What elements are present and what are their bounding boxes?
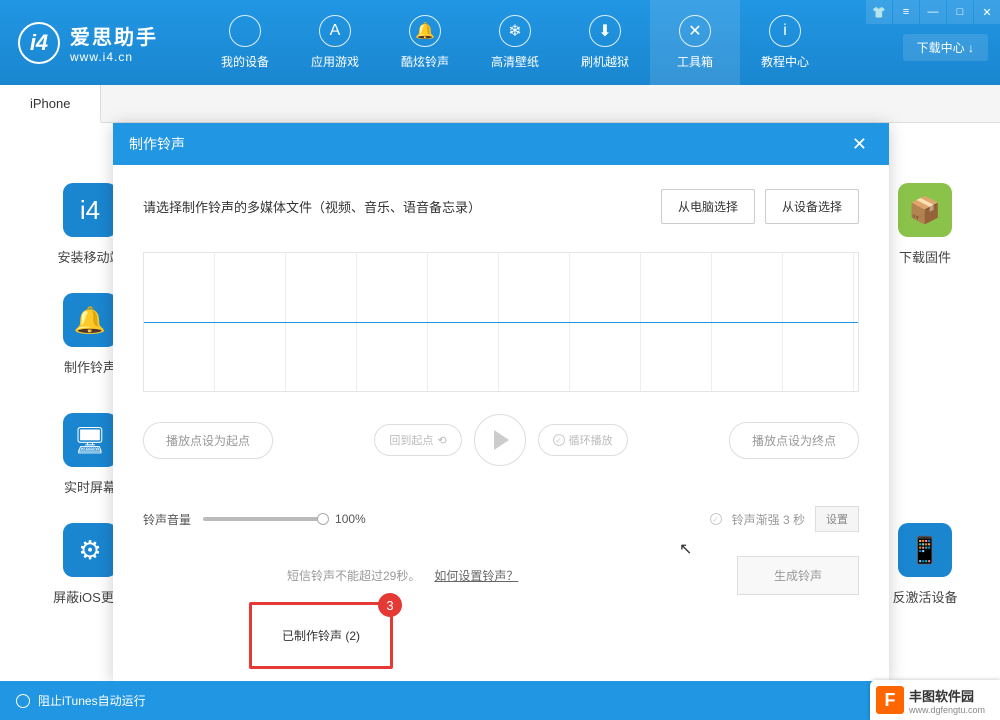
nav-toolbox[interactable]: ✕工具箱 bbox=[650, 0, 740, 85]
sms-hint: 短信铃声不能超过29秒。 bbox=[287, 567, 420, 584]
slider-thumb[interactable] bbox=[317, 513, 329, 525]
download-icon: ⬇ bbox=[589, 15, 621, 47]
app-url: www.i4.cn bbox=[70, 50, 158, 64]
fade-settings-button[interactable]: 设置 bbox=[815, 506, 859, 532]
waveform-area[interactable] bbox=[143, 252, 859, 392]
set-start-button[interactable]: 播放点设为起点 bbox=[143, 422, 273, 459]
source-row: 请选择制作铃声的多媒体文件（视频、音乐、语音备忘录） 从电脑选择 从设备选择 bbox=[143, 189, 859, 224]
close-icon[interactable]: ✕ bbox=[974, 0, 1000, 24]
from-computer-button[interactable]: 从电脑选择 bbox=[661, 189, 755, 224]
app-name: 爱思助手 bbox=[70, 21, 158, 50]
source-prompt: 请选择制作铃声的多媒体文件（视频、音乐、语音备忘录） bbox=[143, 197, 481, 216]
i4-app-icon: i4 bbox=[63, 183, 117, 237]
volume-slider[interactable] bbox=[203, 517, 323, 521]
nav-ringtones[interactable]: 🔔酷炫铃声 bbox=[380, 0, 470, 85]
window-controls: 👕 ≡ — □ ✕ bbox=[865, 0, 1000, 24]
info-icon: i bbox=[769, 15, 801, 47]
generate-ringtone-button[interactable]: 生成铃声 bbox=[737, 556, 859, 595]
menu-icon[interactable]: ≡ bbox=[893, 0, 919, 24]
block-itunes-toggle[interactable]: 阻止iTunes自动运行 bbox=[38, 692, 146, 709]
nav-tutorials[interactable]: i教程中心 bbox=[740, 0, 830, 85]
fade-label: 铃声渐强 3 秒 bbox=[732, 511, 805, 528]
check-icon: ✓ bbox=[553, 434, 565, 446]
phone-icon: 📱 bbox=[898, 523, 952, 577]
bell-icon: 🔔 bbox=[63, 293, 117, 347]
highlight-annotation: 已制作铃声 (2) 3 bbox=[249, 602, 393, 669]
made-ringtones-button[interactable]: 已制作铃声 (2) bbox=[256, 615, 386, 656]
nav-apps-games[interactable]: A应用游戏 bbox=[290, 0, 380, 85]
check-icon: ✓ bbox=[710, 513, 722, 525]
rewind-icon: ⟲ bbox=[437, 434, 446, 447]
watermark-logo-icon: F bbox=[876, 686, 904, 714]
loop-play-button[interactable]: ✓ 循环播放 bbox=[538, 424, 628, 456]
logo-area: i4 爱思助手 www.i4.cn bbox=[0, 21, 200, 64]
step-badge: 3 bbox=[378, 593, 402, 617]
snowflake-icon: ❄ bbox=[499, 15, 531, 47]
app-logo-icon: i4 bbox=[18, 22, 60, 64]
modal-close-icon[interactable]: ✕ bbox=[846, 134, 873, 155]
modal-header: 制作铃声 ✕ bbox=[113, 123, 889, 165]
tab-iphone[interactable]: iPhone bbox=[0, 85, 101, 123]
bell-icon: 🔔 bbox=[409, 15, 441, 47]
play-button[interactable] bbox=[474, 414, 526, 466]
circle-icon bbox=[16, 694, 30, 708]
nav-wallpapers[interactable]: ❄高清壁纸 bbox=[470, 0, 560, 85]
status-bar: 阻止iTunes自动运行 V7.68 检查 bbox=[0, 681, 1000, 720]
back-to-start-button[interactable]: 回到起点 ⟲ bbox=[374, 424, 461, 456]
nav-my-device[interactable]: 我的设备 bbox=[200, 0, 290, 85]
from-device-button[interactable]: 从设备选择 bbox=[765, 189, 859, 224]
modal-title: 制作铃声 bbox=[129, 134, 185, 154]
volume-value: 100% bbox=[335, 512, 366, 526]
monitor-icon: 🖥 bbox=[63, 413, 117, 467]
apple-icon bbox=[229, 15, 261, 47]
theme-icon[interactable]: 👕 bbox=[866, 0, 892, 24]
nav-bar: 我的设备 A应用游戏 🔔酷炫铃声 ❄高清壁纸 ⬇刷机越狱 ✕工具箱 i教程中心 bbox=[200, 0, 830, 85]
ringtone-modal: 制作铃声 ✕ 请选择制作铃声的多媒体文件（视频、音乐、语音备忘录） 从电脑选择 … bbox=[113, 123, 889, 681]
watermark-url: www.dgfengtu.com bbox=[909, 705, 985, 715]
maximize-icon[interactable]: □ bbox=[947, 0, 973, 24]
playback-controls: 播放点设为起点 回到起点 ⟲ ✓ 循环播放 播放点设为终点 bbox=[143, 414, 859, 466]
appstore-icon: A bbox=[319, 15, 351, 47]
app-header: i4 爱思助手 www.i4.cn 我的设备 A应用游戏 🔔酷炫铃声 ❄高清壁纸… bbox=[0, 0, 1000, 85]
minimize-icon[interactable]: — bbox=[920, 0, 946, 24]
how-to-set-link[interactable]: 如何设置铃声？ bbox=[434, 567, 518, 584]
bottom-row: 已制作铃声 (2) 3 短信铃声不能超过29秒。 如何设置铃声？ 生成铃声 bbox=[143, 556, 859, 595]
status-left: 阻止iTunes自动运行 bbox=[16, 692, 146, 709]
tab-bar: iPhone bbox=[0, 85, 1000, 123]
gear-icon: ⚙ bbox=[63, 523, 117, 577]
watermark: F 丰图软件园 www.dgfengtu.com bbox=[870, 680, 1000, 720]
volume-label: 铃声音量 bbox=[143, 511, 191, 528]
download-center-button[interactable]: 下载中心 ↓ bbox=[903, 34, 988, 61]
volume-row: 铃声音量 100% ✓ 铃声渐强 3 秒 设置 bbox=[143, 506, 859, 532]
cursor-icon: ↖ bbox=[679, 539, 692, 559]
nav-flash-jailbreak[interactable]: ⬇刷机越狱 bbox=[560, 0, 650, 85]
watermark-name: 丰图软件园 bbox=[909, 686, 985, 705]
waveform-center-line bbox=[144, 322, 858, 323]
set-end-button[interactable]: 播放点设为终点 bbox=[729, 422, 859, 459]
play-icon bbox=[494, 430, 509, 450]
cube-icon: 📦 bbox=[898, 183, 952, 237]
tools-icon: ✕ bbox=[679, 15, 711, 47]
main-area: i4安装移动端 📦下载固件 🔔制作铃声 🖥实时屏幕 ⚙屏蔽iOS更新 📱反激活设… bbox=[0, 123, 1000, 681]
